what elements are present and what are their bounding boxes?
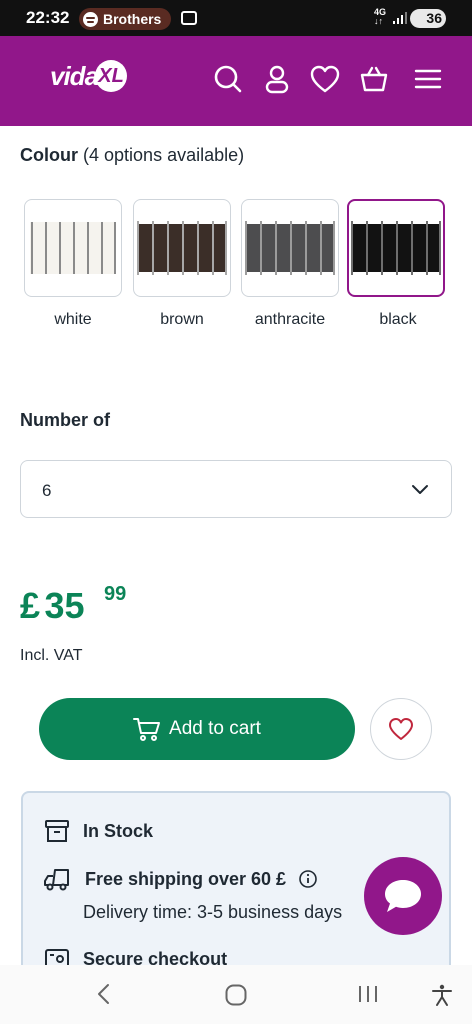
- search-icon[interactable]: [213, 64, 243, 94]
- panel-brown-image: [137, 221, 227, 275]
- accessibility-icon[interactable]: [430, 983, 454, 1007]
- vat-note: Incl. VAT: [20, 647, 83, 664]
- vidaxl-logo[interactable]: vida XL: [50, 60, 128, 92]
- media-label: Brothers: [103, 11, 162, 27]
- panel-white-image: [30, 222, 116, 274]
- number-of-select[interactable]: 6: [20, 460, 452, 518]
- colour-options-note: (4 options available): [83, 145, 245, 165]
- heart-icon: [389, 718, 413, 740]
- back-icon[interactable]: [94, 983, 114, 1005]
- number-of-label: Number of: [20, 410, 110, 430]
- colour-swatch-black[interactable]: [347, 199, 445, 297]
- info-icon[interactable]: [298, 869, 318, 889]
- system-nav-bar: [0, 965, 472, 1024]
- battery-indicator: 36: [410, 9, 446, 28]
- delivery-time-text: Delivery time: 3-5 business days: [83, 902, 343, 922]
- panel-anthracite-image: [245, 221, 335, 275]
- price: £ 35 99: [20, 583, 126, 627]
- colour-label-black[interactable]: black: [343, 311, 453, 329]
- colour-label-brown[interactable]: brown: [127, 311, 237, 329]
- colour-heading-label: Colour: [20, 145, 78, 165]
- add-to-cart-button[interactable]: Add to cart: [39, 698, 355, 760]
- colour-swatch-brown[interactable]: [133, 199, 231, 297]
- chevron-down-icon: [412, 485, 428, 494]
- status-time: 22:32: [26, 8, 70, 27]
- truck-icon: [44, 869, 69, 891]
- free-shipping-text: Free shipping over 60 £: [85, 868, 287, 889]
- box-icon: [45, 820, 69, 842]
- panel-black-image: [351, 221, 441, 275]
- free-shipping-row: Free shipping over 60 £: [43, 865, 318, 893]
- logo-badge: XL: [95, 60, 128, 92]
- number-of-value: 6: [42, 481, 52, 500]
- colour-label-white[interactable]: white: [18, 311, 128, 329]
- basket-icon[interactable]: [359, 64, 389, 94]
- screen-record-icon: [181, 11, 197, 25]
- status-bar: 22:32 Brothers 4G ↓↑ 36: [0, 0, 472, 36]
- colour-label-anthracite[interactable]: anthracite: [235, 311, 345, 329]
- wishlist-heart-icon[interactable]: [310, 64, 340, 94]
- in-stock-row: In Stock: [43, 817, 153, 845]
- signal-icon: [393, 12, 407, 24]
- recents-icon[interactable]: [357, 983, 379, 1005]
- cart-icon: [133, 718, 161, 741]
- chat-button[interactable]: [364, 857, 442, 935]
- price-cents: 99: [104, 583, 127, 605]
- colour-swatch-anthracite[interactable]: [241, 199, 339, 297]
- price-whole: 35: [44, 585, 85, 626]
- colour-swatch-white[interactable]: [24, 199, 122, 297]
- chat-bubble-icon: [385, 880, 421, 912]
- media-pill[interactable]: Brothers: [79, 8, 172, 30]
- price-currency: £: [20, 585, 41, 626]
- add-to-cart-label: Add to cart: [169, 718, 261, 739]
- site-header: vida XL: [0, 36, 472, 126]
- colour-heading: Colour (4 options available): [20, 145, 244, 166]
- spotify-icon: [83, 11, 98, 27]
- in-stock-text: In Stock: [83, 820, 154, 841]
- home-icon[interactable]: [224, 983, 248, 1007]
- account-icon[interactable]: [262, 64, 292, 94]
- logo-text: vida: [50, 60, 99, 91]
- network-label: 4G ↓↑: [374, 7, 387, 26]
- add-to-wishlist-button[interactable]: [370, 698, 432, 760]
- menu-icon[interactable]: [413, 64, 443, 94]
